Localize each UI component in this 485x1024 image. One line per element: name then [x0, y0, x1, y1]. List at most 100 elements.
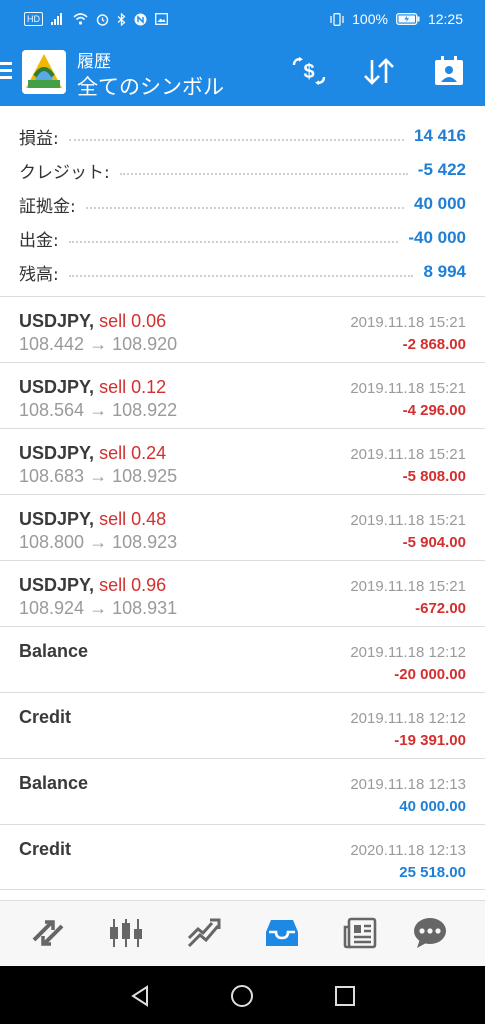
summary-row-profit: 損益: 14 416: [0, 119, 485, 153]
system-navigation-bar: [0, 966, 485, 1024]
trade-icon[interactable]: [184, 913, 224, 953]
deal-prices: 108.442 → 108.920: [19, 334, 178, 354]
summary-label: 損益:: [19, 128, 59, 149]
bluetooth-icon: [117, 12, 126, 26]
deal-time: 2019.11.18 12:12: [350, 710, 466, 727]
deal-type: sell 0.24: [99, 443, 167, 463]
clock: 12:25: [427, 11, 463, 27]
deal-prices: 108.924 → 108.931: [19, 598, 178, 618]
list-item[interactable]: USDJPY, sell 0.96 108.924 → 108.931 2019…: [0, 560, 485, 626]
deal-prices: 108.564 → 108.922: [19, 400, 178, 420]
deal-profit: -2 868.00: [402, 336, 466, 353]
summary-value: -5 422: [417, 160, 466, 179]
deal-list: USDJPY, sell 0.06 108.442 → 108.920 2019…: [0, 296, 485, 890]
bottom-navigation: [0, 900, 485, 966]
deal-symbol: Credit: [19, 707, 72, 727]
deal-profit: -20 000.00: [394, 666, 466, 683]
deal-time: 2019.11.18 15:21: [350, 446, 466, 463]
deal-type: sell 0.48: [99, 509, 167, 529]
dotted-leader: [119, 173, 408, 175]
gallery-icon: [155, 13, 168, 25]
svg-text:$: $: [303, 61, 314, 83]
deal-profit: -4 296.00: [402, 402, 466, 419]
hd-icon: HD: [24, 12, 43, 26]
deal-prices: 108.800 → 108.923: [19, 532, 178, 552]
deal-symbol-line: USDJPY, sell 0.48: [19, 509, 166, 530]
summary-row-withdrawal: 出金: -40 000: [0, 221, 485, 255]
chart-icon[interactable]: [106, 913, 146, 953]
dotted-leader: [85, 207, 404, 209]
battery-percent: 100%: [352, 11, 388, 27]
toolbar-subtitle: 履歴: [77, 52, 111, 72]
deal-type: sell 0.96: [99, 575, 167, 595]
summary-row-balance: 残高: 8 994: [0, 255, 485, 289]
battery-icon: [396, 13, 420, 25]
status-bar: HD 100% 12:25: [0, 0, 485, 38]
app-logo-icon[interactable]: [22, 50, 66, 94]
deal-time: 2019.11.18 12:12: [350, 644, 466, 661]
list-item[interactable]: USDJPY, sell 0.24 108.683 → 108.925 2019…: [0, 428, 485, 494]
home-icon[interactable]: [228, 982, 256, 1010]
dotted-leader: [68, 275, 414, 277]
deal-symbol: USDJPY,: [19, 509, 95, 529]
deal-type: sell 0.12: [99, 377, 167, 397]
deal-prices: 108.683 → 108.925: [19, 466, 178, 486]
deal-time: 2019.11.18 15:21: [350, 314, 466, 331]
summary-panel: 損益: 14 416 クレジット: -5 422 証拠金: 40 000 出金:…: [0, 106, 485, 296]
deal-profit: 40 000.00: [399, 798, 466, 815]
deal-time: 2019.11.18 12:13: [350, 776, 466, 793]
summary-label: 残高:: [19, 264, 59, 285]
deal-profit: -19 391.00: [394, 732, 466, 749]
calendar-period-icon[interactable]: [430, 52, 468, 90]
summary-row-deposit: 証拠金: 40 000: [0, 187, 485, 221]
vibrate-icon: [330, 12, 344, 26]
deal-profit: -672.00: [415, 600, 466, 617]
summary-value: -40 000: [408, 228, 466, 247]
deal-symbol-line: USDJPY, sell 0.12: [19, 377, 166, 398]
deal-profit: 25 518.00: [399, 864, 466, 881]
chat-icon[interactable]: [410, 913, 450, 953]
summary-label: 出金:: [19, 230, 59, 251]
deal-profit: -5 904.00: [402, 534, 466, 551]
recents-icon[interactable]: [331, 982, 359, 1010]
list-item[interactable]: Credit 2020.11.18 12:13 25 518.00: [0, 824, 485, 890]
deal-time: 2019.11.18 15:21: [350, 512, 466, 529]
back-icon[interactable]: [126, 982, 154, 1010]
deal-symbol-line: USDJPY, sell 0.06: [19, 311, 166, 332]
wifi-icon: [73, 13, 88, 25]
deal-type: sell 0.06: [99, 311, 167, 331]
quotes-icon[interactable]: [28, 913, 68, 953]
deal-symbol: Balance: [19, 641, 89, 661]
sort-icon[interactable]: [360, 52, 398, 90]
summary-value: 8 994: [423, 262, 466, 281]
history-icon[interactable]: [262, 913, 302, 953]
deal-symbol: USDJPY,: [19, 443, 95, 463]
summary-label: 証拠金:: [19, 196, 76, 217]
summary-value: 40 000: [414, 194, 466, 213]
deal-symbol: USDJPY,: [19, 377, 95, 397]
deal-symbol: USDJPY,: [19, 311, 95, 331]
list-item[interactable]: USDJPY, sell 0.48 108.800 → 108.923 2019…: [0, 494, 485, 560]
list-item[interactable]: Credit 2019.11.18 12:12 -19 391.00: [0, 692, 485, 758]
deal-symbol: USDJPY,: [19, 575, 95, 595]
deal-profit: -5 808.00: [402, 468, 466, 485]
news-icon[interactable]: [340, 913, 380, 953]
deposit-withdraw-icon[interactable]: $: [290, 52, 328, 90]
list-item[interactable]: USDJPY, sell 0.06 108.442 → 108.920 2019…: [0, 296, 485, 362]
deal-time: 2019.11.18 15:21: [350, 380, 466, 397]
alarm-icon: [96, 13, 109, 26]
toolbar-title[interactable]: 全てのシンボル: [77, 71, 224, 101]
list-item[interactable]: Balance 2019.11.18 12:12 -20 000.00: [0, 626, 485, 692]
nfc-icon: [134, 13, 147, 26]
list-item[interactable]: USDJPY, sell 0.12 108.564 → 108.922 2019…: [0, 362, 485, 428]
app-toolbar: 履歴 全てのシンボル $: [0, 38, 485, 106]
deal-symbol-line: USDJPY, sell 0.24: [19, 443, 166, 464]
deal-time: 2020.11.18 12:13: [350, 842, 466, 859]
dotted-leader: [68, 241, 399, 243]
summary-value: 14 416: [414, 126, 466, 145]
list-item[interactable]: Balance 2019.11.18 12:13 40 000.00: [0, 758, 485, 824]
summary-label: クレジット:: [19, 162, 110, 183]
deal-symbol: Balance: [19, 773, 89, 793]
summary-row-credit: クレジット: -5 422: [0, 153, 485, 187]
menu-icon[interactable]: [0, 62, 14, 82]
